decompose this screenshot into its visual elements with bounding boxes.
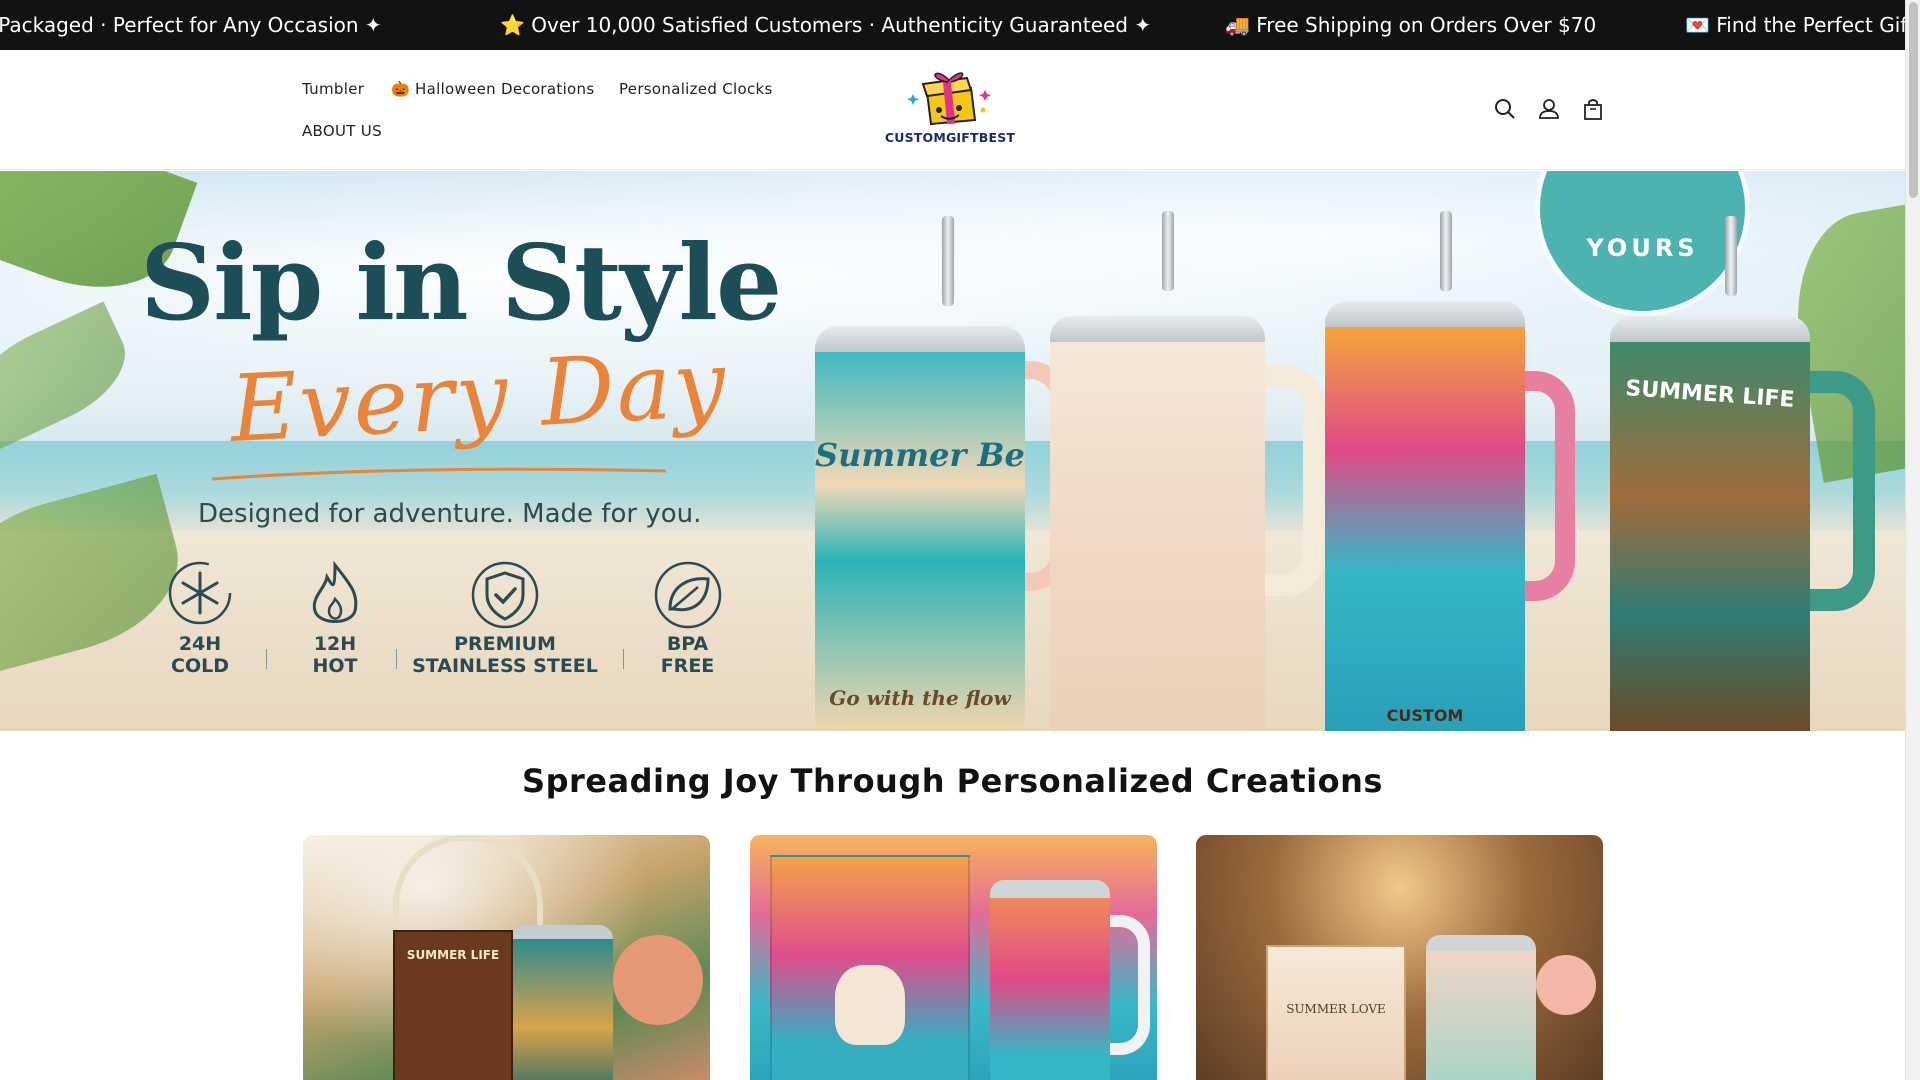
box-text: SUMMER LIFE [406, 948, 500, 962]
feature-12h-hot: 12H HOT [295, 559, 375, 677]
feature-label: PREMIUM STAINLESS STEEL [412, 633, 598, 677]
summer-life-parrot-tumbler-card[interactable]: SUMMER LIFE [303, 835, 710, 1080]
feature-divider [396, 649, 397, 669]
feature-premium-stainless-steel: PREMIUM STAINLESS STEEL [410, 559, 600, 677]
feature-divider [266, 649, 267, 669]
tumbler-image [990, 880, 1110, 1080]
hero-banner[interactable]: YOURS Sip in Style Every Day Designed fo… [0, 171, 1905, 731]
hero-subtitle: Designed for adventure. Made for you. [198, 499, 702, 529]
summer-beach-tumbler-image: Summer Beach Go with the flow [815, 326, 1025, 731]
nav-link-personalized-clocks[interactable]: Personalized Clocks [619, 80, 773, 98]
account-icon[interactable] [1536, 96, 1562, 122]
feature-bpa-free: BPA FREE [645, 559, 730, 677]
flame-icon [312, 560, 358, 623]
feature-24h-cold: 24H COLD [160, 559, 240, 677]
tumbler-straw [942, 216, 954, 306]
hero-title: Sip in Style [140, 221, 782, 344]
tumbler-text: CUSTOM [1386, 706, 1464, 725]
announcement-bar: y Packaged · Perfect for Any Occasion ✦ … [0, 0, 1905, 50]
shield-check-icon [471, 561, 539, 629]
summer-life-parrot-tumbler-image: SUMMER LIFE [1610, 316, 1810, 731]
badge-text: YOURS [1586, 234, 1699, 262]
gift-box-icon [907, 72, 991, 126]
box-text: SUMMER LOVE [1286, 1002, 1386, 1016]
sugar-skull-tumbler-card[interactable] [750, 835, 1157, 1080]
tumbler-straw [1725, 216, 1737, 296]
feature-label: 24H COLD [171, 633, 229, 677]
tumbler-image [1426, 935, 1536, 1080]
sugar-skull-tumbler-image: CUSTOM [1325, 301, 1525, 731]
script-underline [211, 467, 667, 481]
logo-text: CUSTOMGIFTBEST [884, 130, 1016, 145]
flamingo-tumbler-image [1050, 316, 1265, 731]
skull-image [835, 965, 905, 1045]
site-logo[interactable]: CUSTOMGIFTBEST [880, 70, 1020, 150]
tumbler-image [513, 925, 613, 1080]
announcement-item: y Packaged · Perfect for Any Occasion ✦ [0, 13, 382, 37]
feature-label: 12H HOT [312, 633, 358, 677]
search-icon[interactable] [1492, 96, 1518, 122]
flower-image [613, 935, 703, 1025]
announcement-item: ⭐ Over 10,000 Satisfied Customers · Auth… [500, 13, 1152, 37]
nav-link-halloween-decorations[interactable]: 🎃 Halloween Decorations [391, 80, 594, 98]
section-title: Spreading Joy Through Personalized Creat… [522, 762, 1383, 800]
announcement-track: y Packaged · Perfect for Any Occasion ✦ … [0, 0, 1905, 50]
snowflake-icon [168, 561, 232, 625]
announcement-item: 💌 Find the Perfect Gift [1685, 13, 1905, 37]
rose-image [1536, 955, 1596, 1015]
tumbler-handle [1110, 915, 1150, 1055]
leaf-icon [654, 561, 721, 629]
page-scrollbar[interactable] [1905, 0, 1920, 1080]
tumbler-text: Go with the flow [829, 686, 1011, 710]
feature-divider [623, 649, 624, 669]
tumbler-straw [1162, 211, 1174, 291]
nav-link-tumbler[interactable]: Tumbler [302, 80, 364, 98]
gift-box-image: SUMMER LIFE [393, 930, 513, 1080]
summer-love-flamingo-tumbler-card[interactable]: SUMMER LOVE [1196, 835, 1603, 1080]
scrollbar-thumb[interactable] [1909, 2, 1918, 198]
cart-icon[interactable] [1580, 96, 1606, 122]
announcement-item: 🚚 Free Shipping on Orders Over $70 [1225, 13, 1597, 37]
tumbler-straw [1440, 211, 1452, 291]
feature-label: BPA FREE [660, 633, 715, 677]
nav-link-about-us[interactable]: ABOUT US [302, 122, 382, 140]
gift-box-image: SUMMER LOVE [1266, 945, 1406, 1080]
site-header: Tumbler 🎃 Halloween Decorations Personal… [0, 50, 1905, 170]
tumbler-text: Summer Beach [815, 436, 1025, 474]
